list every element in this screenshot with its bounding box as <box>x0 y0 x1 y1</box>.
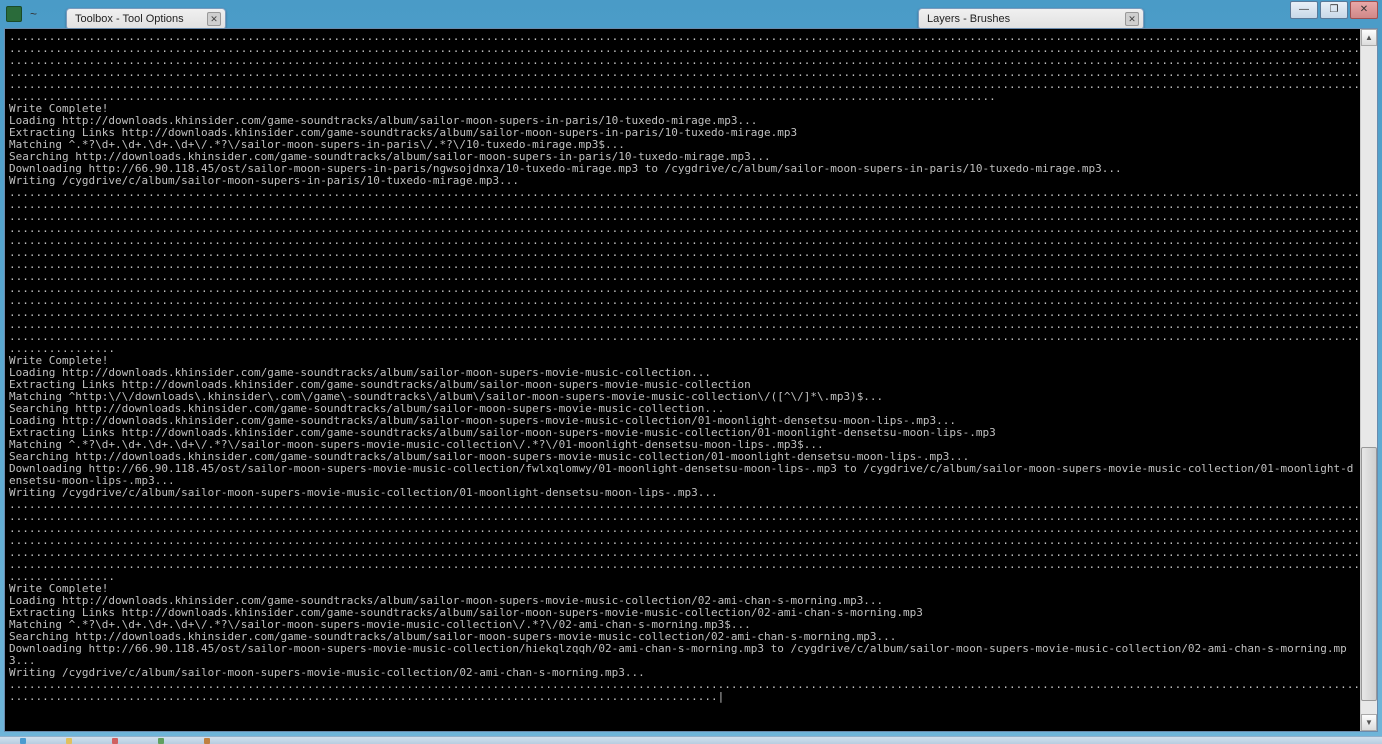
window-titlebar: ~ Toolbox - Tool Options ✕ Layers - Brus… <box>0 0 1382 28</box>
vertical-scrollbar[interactable]: ▲ ▼ <box>1360 29 1377 731</box>
taskbar-item[interactable] <box>204 738 210 744</box>
scroll-up-icon[interactable]: ▲ <box>1361 29 1377 46</box>
layers-window[interactable]: Layers - Brushes ✕ <box>918 8 1144 30</box>
taskbar[interactable] <box>0 736 1382 744</box>
progress-dots: ........................................… <box>9 558 1360 571</box>
minimize-button[interactable]: — <box>1290 1 1318 19</box>
app-icon <box>6 6 22 22</box>
maximize-button[interactable]: ❐ <box>1320 1 1348 19</box>
close-button[interactable]: ✕ <box>1350 1 1378 19</box>
progress-dots: ........................................… <box>9 90 996 103</box>
close-icon[interactable]: ✕ <box>1125 12 1139 26</box>
progress-dots: ........................................… <box>9 690 724 703</box>
terminal-output[interactable]: ........................................… <box>5 29 1360 731</box>
taskbar-item[interactable] <box>112 738 118 744</box>
scroll-track[interactable] <box>1361 46 1377 714</box>
scroll-thumb[interactable] <box>1361 447 1377 701</box>
toolbox-window[interactable]: Toolbox - Tool Options ✕ <box>66 8 226 30</box>
taskbar-item[interactable] <box>20 738 26 744</box>
progress-dots: ........................................… <box>9 330 1360 343</box>
window-title: ~ <box>30 7 37 21</box>
window-controls: — ❐ ✕ <box>1290 1 1378 19</box>
close-icon[interactable]: ✕ <box>207 12 221 26</box>
terminal-window: ........................................… <box>4 28 1378 732</box>
taskbar-item[interactable] <box>66 738 72 744</box>
title-left-group: ~ <box>0 6 37 22</box>
layers-title: Layers - Brushes <box>927 13 1010 25</box>
toolbox-title: Toolbox - Tool Options <box>75 13 184 25</box>
status-downloading: Downloading http://66.90.118.45/ost/sail… <box>9 642 1347 667</box>
taskbar-item[interactable] <box>158 738 164 744</box>
scroll-down-icon[interactable]: ▼ <box>1361 714 1377 731</box>
status-downloading: Downloading http://66.90.118.45/ost/sail… <box>9 462 1353 487</box>
